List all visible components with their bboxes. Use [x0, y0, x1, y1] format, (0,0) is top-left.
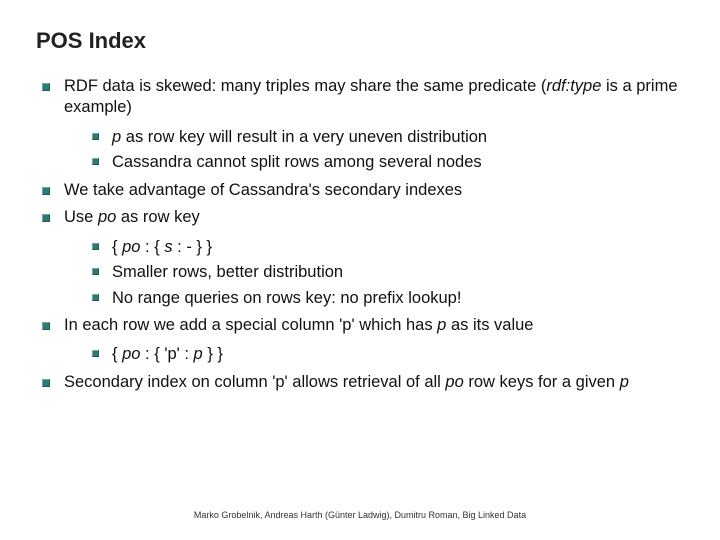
sub-bullet-list: p as row key will result in a very uneve…	[64, 127, 684, 174]
bullet-text: Secondary index on column 'p' allows ret…	[64, 372, 684, 393]
text-run: : { 'p' :	[140, 345, 193, 363]
slide: POS Index RDF data is skewed: many tripl…	[0, 0, 720, 540]
page-title: POS Index	[36, 28, 684, 54]
text-run-italic: p	[620, 373, 629, 391]
text-run-italic: po	[98, 208, 116, 226]
text-run: {	[112, 238, 122, 256]
sub-bullet-item: p as row key will result in a very uneve…	[92, 127, 684, 148]
bullet-item: Secondary index on column 'p' allows ret…	[42, 372, 684, 393]
bullet-list: RDF data is skewed: many triples may sha…	[36, 76, 684, 393]
sub-bullet-item: Cassandra cannot split rows among severa…	[92, 152, 684, 173]
bullet-text: RDF data is skewed: many triples may sha…	[64, 76, 684, 119]
sub-bullet-list: { po : { 'p' : p } }	[64, 344, 684, 365]
text-run: : {	[140, 238, 164, 256]
text-run: as its value	[446, 316, 533, 334]
sub-bullet-item: No range queries on rows key: no prefix …	[92, 288, 684, 309]
bullet-item: We take advantage of Cassandra's seconda…	[42, 180, 684, 201]
text-run: as row key will result in a very uneven …	[121, 128, 487, 146]
slide-content: RDF data is skewed: many triples may sha…	[36, 76, 684, 393]
text-run-italic: s	[164, 238, 172, 256]
text-run-italic: p	[437, 316, 446, 334]
text-run: Secondary index on column 'p' allows ret…	[64, 373, 445, 391]
text-run-italic: rdf:type	[546, 77, 601, 95]
bullet-item: Use po as row key { po : { s : - } } Sma…	[42, 207, 684, 309]
text-run: {	[112, 345, 122, 363]
text-run-italic: po	[122, 238, 140, 256]
sub-bullet-list: { po : { s : - } } Smaller rows, better …	[64, 237, 684, 309]
sub-bullet-item: Smaller rows, better distribution	[92, 262, 684, 283]
text-run: row keys for a given	[464, 373, 620, 391]
text-run-italic: po	[122, 345, 140, 363]
sub-bullet-item: { po : { s : - } }	[92, 237, 684, 258]
sub-bullet-item: { po : { 'p' : p } }	[92, 344, 684, 365]
slide-footer: Marko Grobelnik, Andreas Harth (Günter L…	[0, 510, 720, 520]
text-run: as row key	[116, 208, 199, 226]
bullet-item: RDF data is skewed: many triples may sha…	[42, 76, 684, 174]
bullet-item: In each row we add a special column 'p' …	[42, 315, 684, 366]
bullet-text: Use po as row key	[64, 207, 684, 228]
text-run: In each row we add a special column 'p' …	[64, 316, 437, 334]
text-run-italic: po	[445, 373, 463, 391]
text-run: } }	[203, 345, 223, 363]
text-run: : - } }	[173, 238, 212, 256]
text-run: RDF data is skewed: many triples may sha…	[64, 77, 546, 95]
text-run: Use	[64, 208, 98, 226]
bullet-text: In each row we add a special column 'p' …	[64, 315, 684, 336]
text-run-italic: p	[194, 345, 203, 363]
text-run-italic: p	[112, 128, 121, 146]
